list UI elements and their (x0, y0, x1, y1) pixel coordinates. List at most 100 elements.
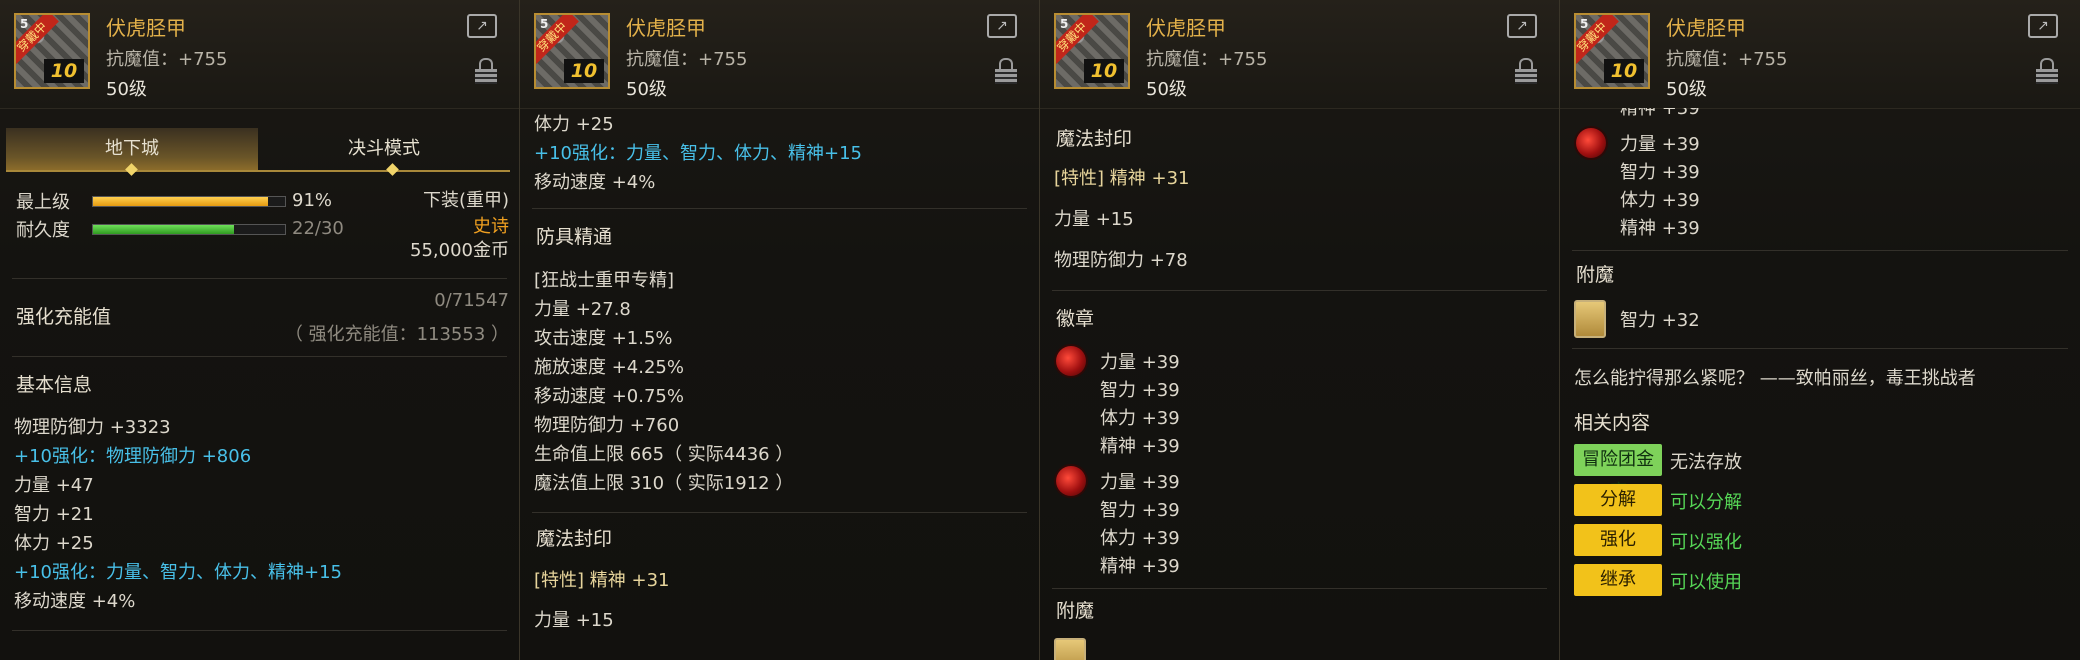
lock-icon[interactable] (1515, 58, 1537, 84)
emblem-line: 力量 +39 (1100, 472, 1180, 493)
charge-note: （ 强化充能值：113553 ） (284, 324, 509, 345)
stat-line: +10强化：力量、智力、体力、精神+15 (14, 562, 342, 583)
stat-line: +10强化：力量、智力、体力、精神+15 (534, 143, 862, 164)
stat-line: 智力 +21 (14, 504, 94, 525)
durability-label: 耐久度 (16, 220, 70, 241)
emblem-line: 智力 +39 (1100, 500, 1180, 521)
adventure-vault-button[interactable]: 冒险团金库 (1574, 444, 1662, 502)
tooltip-content: 地下城 决斗模式 最上级 91% 耐久度 22/30 下装(重甲) 史诗 55,… (0, 108, 519, 660)
item-level: 50级 (106, 79, 147, 100)
durability-value: 22/30 (292, 218, 344, 239)
emblem-line-cut: 精神 +39 (1620, 108, 1700, 119)
grade-label: 最上级 (16, 192, 70, 213)
mastery-line: 施放速度 +4.25% (534, 357, 684, 378)
emblem-line: 力量 +39 (1620, 134, 1700, 155)
item-name: 伏虎胫甲 (1146, 16, 1226, 40)
divider (1572, 250, 2068, 251)
divider (1052, 588, 1547, 589)
item-name: 伏虎胫甲 (626, 16, 706, 40)
charge-label: 强化充能值 (16, 306, 112, 328)
item-header: 穿戴中 5 10 伏虎胫甲 抗魔值：+755 50级 ↗ (0, 0, 519, 109)
tooltip-content: 魔法封印 [特性] 精神 +31 力量 +15 物理防御力 +78 徽章 力量 … (1040, 108, 1559, 660)
seal-title: 魔法封印 (1056, 128, 1133, 150)
lock-icon[interactable] (2036, 58, 2058, 84)
greaves-item-icon: 穿戴中 5 10 (1574, 13, 1650, 89)
share-icon[interactable]: ↗ (2028, 14, 2058, 38)
enchant-line: 智力 +32 (1620, 310, 1700, 331)
item-resist: 抗魔值：+755 (106, 49, 228, 70)
inherit-status: 可以使用 (1670, 572, 1742, 593)
grade-bar (92, 196, 286, 207)
level-tag: 5 (1060, 17, 1069, 31)
emblem-line: 力量 +39 (1100, 352, 1180, 373)
mastery-line: 移动速度 +0.75% (534, 386, 684, 407)
stat-line: 移动速度 +4% (14, 591, 136, 612)
rarity: 史诗 (473, 216, 509, 237)
emblem-title: 徽章 (1056, 308, 1095, 330)
share-icon[interactable]: ↗ (467, 14, 497, 38)
greaves-item-icon: 穿戴中 5 10 (1054, 13, 1130, 89)
emblem-line: 精神 +39 (1100, 436, 1180, 457)
reinforce-button[interactable]: 强化 (1574, 524, 1662, 556)
emblem-line: 体力 +39 (1100, 528, 1180, 549)
red-emblem-icon (1056, 346, 1086, 376)
mastery-line: 生命值上限 665（ 实际4436 ） (534, 444, 794, 465)
mastery-line: [狂战士重甲专精] (534, 270, 675, 291)
tooltip-panel-3: 穿戴中 5 10 伏虎胫甲 抗魔值：+755 50级 ↗ 魔法封印 [特性] 精… (1040, 0, 1560, 660)
emblem-line: 智力 +39 (1620, 162, 1700, 183)
item-resist: 抗魔值：+755 (626, 49, 748, 70)
level-tag: 5 (20, 17, 29, 31)
item-resist: 抗魔值：+755 (1146, 49, 1268, 70)
tooltip-panels: 穿戴中 5 10 伏虎胫甲 抗魔值：+755 50级 ↗ 地下城 决斗模式 最上… (0, 0, 2080, 660)
divider (12, 356, 507, 357)
divider (1572, 348, 2068, 349)
divider (12, 630, 507, 631)
item-name: 伏虎胫甲 (106, 16, 186, 40)
item-name: 伏虎胫甲 (1666, 16, 1746, 40)
related-title: 相关内容 (1574, 412, 1651, 434)
mode-tabs: 地下城 决斗模式 (6, 128, 510, 176)
emblem-line: 精神 +39 (1100, 556, 1180, 577)
item-level: 50级 (1666, 79, 1707, 100)
mastery-line: 力量 +27.8 (534, 299, 631, 320)
item-resist: 抗魔值：+755 (1666, 49, 1788, 70)
tab-underline (6, 170, 510, 172)
seal-trait: [特性] 精神 +31 (534, 570, 670, 591)
mastery-line: 物理防御力 +760 (534, 415, 680, 436)
item-header: 穿戴中 5 10 伏虎胫甲 抗魔值：+755 50级 ↗ (1040, 0, 1559, 109)
plus-tag: 10 (1084, 59, 1124, 83)
item-header: 穿戴中 5 10 伏虎胫甲 抗魔值：+755 50级 ↗ (1560, 0, 2080, 109)
tooltip-panel-1: 穿戴中 5 10 伏虎胫甲 抗魔值：+755 50级 ↗ 地下城 决斗模式 最上… (0, 0, 520, 660)
mastery-line: 魔法值上限 310（ 实际1912 ） (534, 473, 794, 494)
divider (12, 278, 507, 279)
red-emblem-icon (1056, 466, 1086, 496)
enchant-card-icon (1574, 300, 1606, 338)
tooltip-content: 体力 +25 +10强化：力量、智力、体力、精神+15 移动速度 +4% 防具精… (520, 108, 1039, 660)
inherit-button[interactable]: 继承 (1574, 564, 1662, 596)
emblem-line: 体力 +39 (1100, 408, 1180, 429)
enchant-title: 附魔 (1576, 264, 1615, 286)
stat-line: 物理防御力 +3323 (14, 417, 171, 438)
item-level: 50级 (626, 79, 667, 100)
seal-line: 力量 +15 (1054, 209, 1134, 230)
plus-tag: 10 (44, 59, 84, 83)
plus-tag: 10 (564, 59, 604, 83)
share-icon[interactable]: ↗ (1507, 14, 1537, 38)
emblem-line: 体力 +39 (1620, 190, 1700, 211)
disassemble-button[interactable]: 分解 (1574, 484, 1662, 516)
seal-line: 力量 +15 (534, 610, 614, 631)
tooltip-content: 精神 +39 力量 +39 智力 +39 体力 +39 精神 +39 附魔 智力… (1560, 108, 2080, 660)
red-emblem-icon (1576, 128, 1606, 158)
lock-icon[interactable] (475, 58, 497, 84)
share-icon[interactable]: ↗ (987, 14, 1017, 38)
enchant-title: 附魔 (1056, 600, 1095, 622)
mastery-title: 防具精通 (536, 226, 613, 248)
slot-type: 下装(重甲) (422, 190, 509, 211)
grade-value: 91% (292, 190, 333, 211)
lock-icon[interactable] (995, 58, 1017, 84)
level-tag: 5 (540, 17, 549, 31)
level-tag: 5 (1580, 17, 1589, 31)
emblem-line: 智力 +39 (1100, 380, 1180, 401)
tab-duel[interactable]: 决斗模式 (258, 128, 510, 170)
seal-line: 物理防御力 +78 (1054, 250, 1188, 271)
